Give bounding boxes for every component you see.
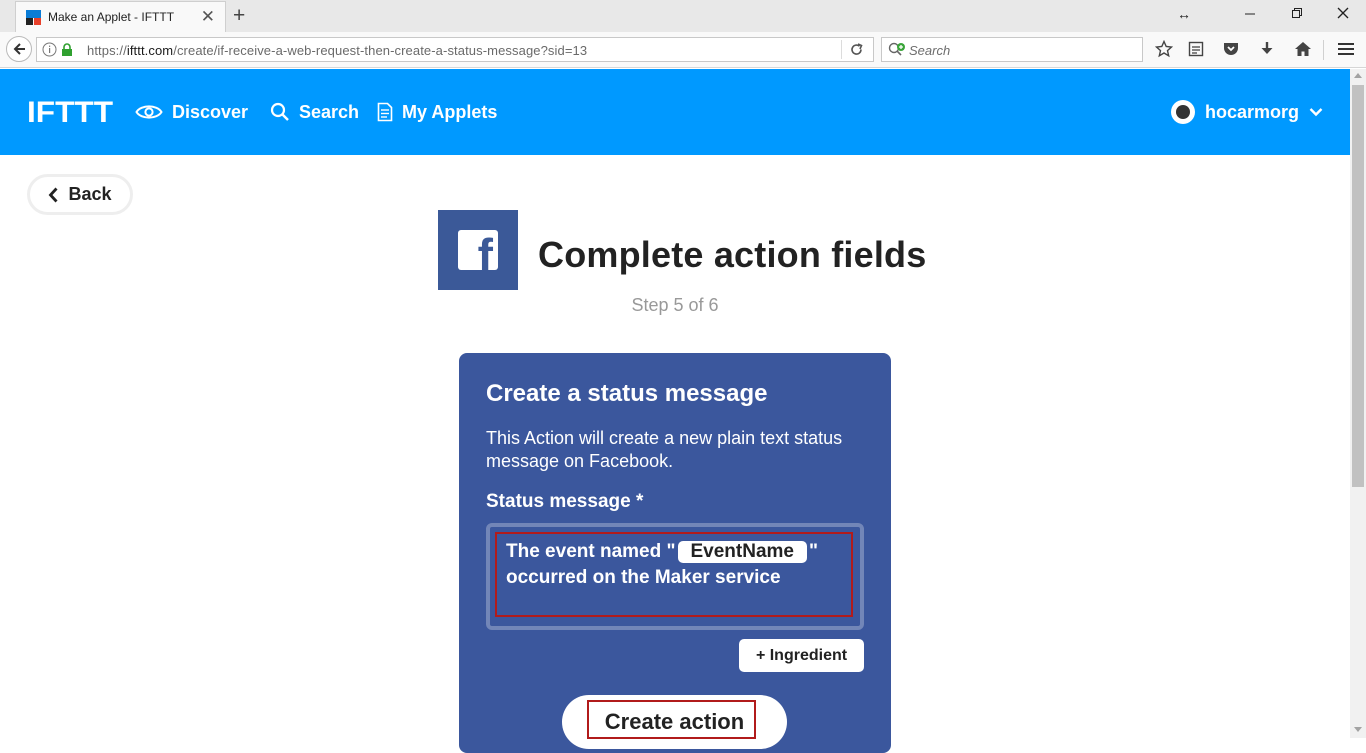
home-icon[interactable] [1294,40,1312,63]
field-highlight-box [495,532,853,617]
action-card: Create a status message This Action will… [459,353,891,753]
back-arrow-icon [13,43,25,55]
eye-icon [135,105,163,119]
facebook-logo: f [458,230,498,270]
download-icon[interactable] [1258,40,1276,63]
status-message-label: Status message * [486,491,644,512]
toolbar-divider [1323,40,1324,60]
restore-icon[interactable] [1291,5,1303,23]
scroll-up-icon[interactable] [1354,73,1362,78]
bookmark-star-icon[interactable] [1154,39,1174,63]
nav-search-label: Search [299,101,360,122]
browser-back-button[interactable] [6,36,32,62]
back-button[interactable]: Back [27,174,133,215]
lock-icon [61,43,73,62]
hamburger-menu-icon[interactable] [1337,40,1355,63]
nav-my-applets[interactable]: My Applets [377,100,497,124]
nav-my-applets-label: My Applets [402,101,498,122]
action-description: This Action will create a new plain text… [486,428,843,471]
document-icon [377,102,393,122]
browser-toolbar: https://ifttt.com/create/if-receive-a-we… [0,32,1366,68]
search-icon [270,102,289,121]
resize-arrows-icon: ↔ [1177,6,1191,22]
username: hocarmorg [1205,101,1300,122]
scroll-thumb[interactable] [1352,85,1364,487]
add-ingredient-button[interactable]: + Ingredient [739,639,864,672]
chevron-down-icon [1309,108,1323,117]
tab-title: Make an Applet - IFTTT [48,10,175,24]
minimize-icon[interactable] [1244,5,1256,23]
tab-close-icon[interactable]: ✕ [201,7,215,27]
action-title: Create a status message [486,380,768,407]
window-close-icon[interactable] [1337,5,1349,23]
browser-tab-strip: Make an Applet - IFTTT ✕ + ↔ [0,0,1366,32]
back-button-label: Back [68,184,112,204]
svg-text:IFTTT: IFTTT [27,100,113,123]
pocket-icon[interactable] [1222,40,1240,63]
url-bar[interactable]: https://ifttt.com/create/if-receive-a-we… [36,37,874,62]
browser-tab[interactable]: Make an Applet - IFTTT ✕ [15,1,226,32]
site-header: IFTTT Discover Search My Applets hocarmo… [0,69,1350,155]
chevron-left-icon [49,187,59,202]
ifttt-logo[interactable]: IFTTT [27,100,113,123]
reading-list-icon[interactable] [1188,40,1204,63]
nav-discover[interactable]: Discover [135,100,248,124]
search-placeholder: Search [909,43,951,58]
facebook-service-icon: f [438,210,518,290]
reload-icon[interactable] [849,42,864,62]
url-divider [841,40,842,59]
nav-search[interactable]: Search [270,100,359,124]
browser-search-input[interactable]: Search [881,37,1143,62]
page-scrollbar[interactable] [1350,69,1366,738]
search-engine-icon[interactable] [888,42,906,63]
step-indicator: Step 5 of 6 [631,295,719,315]
scroll-down-icon[interactable] [1354,727,1362,732]
new-tab-icon[interactable]: + [233,3,245,29]
page-title: Complete action fields [538,234,927,275]
user-menu[interactable]: hocarmorg [1171,100,1323,124]
url-text: https://ifttt.com/create/if-receive-a-we… [87,43,588,58]
nav-discover-label: Discover [172,101,249,122]
avatar [1171,100,1195,124]
ifttt-favicon-icon [26,10,41,25]
info-icon[interactable] [42,42,57,62]
create-action-highlight-box [587,700,756,739]
